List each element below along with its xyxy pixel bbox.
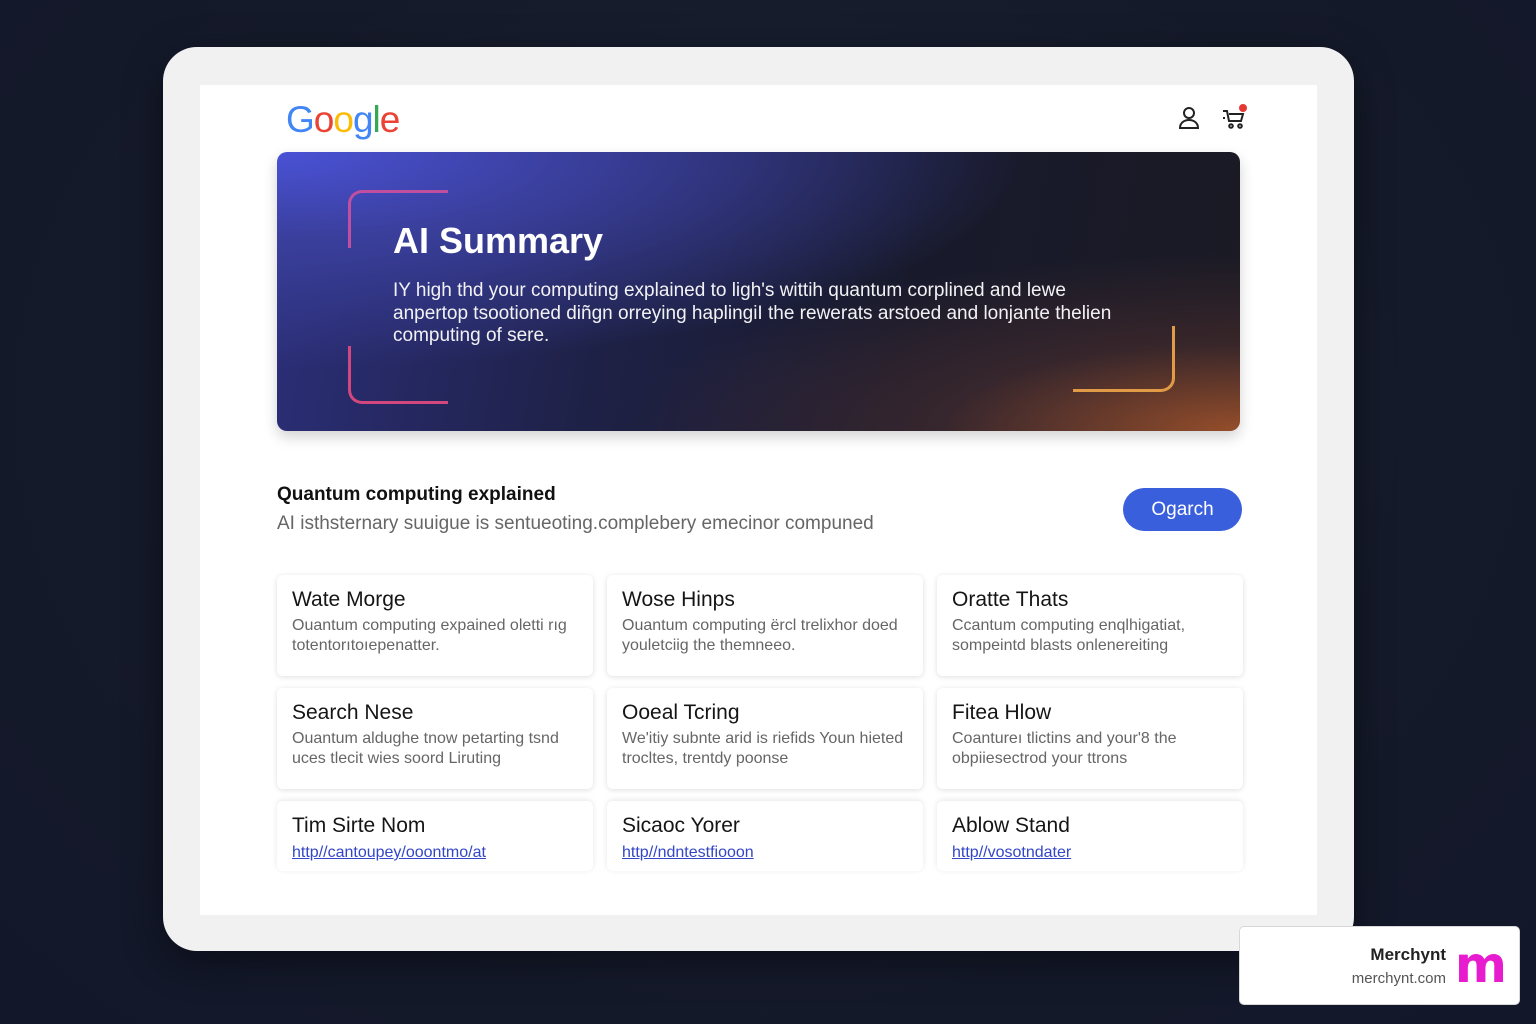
result-card[interactable]: Ooeal Tcring We'itiy subnte arid is rief… [607, 688, 923, 789]
result-card-link[interactable]: http//cantoupey/ooontmo/at [292, 844, 578, 862]
ai-summary-title: AI Summary [393, 220, 604, 261]
query-subtitle: AI isthsternary suuigue is sentueoting.c… [277, 513, 874, 534]
logo-letter: g [352, 99, 374, 140]
logo-letter: o [333, 99, 354, 140]
result-card[interactable]: Oratte Thats Ccantum computing enqlhigat… [937, 575, 1243, 676]
merchynt-badge[interactable]: Merchynt merchynt.com m [1239, 926, 1520, 1005]
result-card-title: Ablow Stand [952, 814, 1070, 837]
browser-screen: Google AI Summary IY high thd your compu… [200, 85, 1317, 915]
logo-letter: o [313, 99, 335, 140]
badge-name: Merchynt [1370, 945, 1446, 964]
badge-url: merchynt.com [1351, 970, 1446, 987]
logo-letter: G [286, 99, 315, 140]
ai-summary-card: AI Summary IY high thd your computing ex… [277, 152, 1240, 431]
result-card-desc: Coantureı tlictins and your'8 the obpiie… [952, 730, 1177, 767]
result-card[interactable]: Ablow Stand http//vosotndater [937, 801, 1243, 871]
result-card-title: Wate Morge [292, 588, 406, 611]
ai-summary-text: IY high thd your computing explained to … [393, 280, 1112, 346]
user-icon[interactable] [1177, 105, 1201, 131]
result-card-desc: Ouantum computing expained oletti rıg to… [292, 617, 567, 654]
result-card-desc: Ccantum computing enqlhigatiat, sompeint… [952, 617, 1186, 654]
result-card-desc: Ouantum aldughe tnow petarting tsnd uces… [292, 730, 559, 767]
merchynt-logo-icon: m [1454, 936, 1507, 994]
google-logo[interactable]: Google [286, 99, 401, 141]
result-card[interactable]: Tim Sirte Nom http//cantoupey/ooontmo/at [277, 801, 593, 871]
logo-letter: l [372, 99, 381, 140]
result-card-title: Oratte Thats [952, 588, 1069, 611]
result-card-title: Ooeal Tcring [622, 701, 740, 724]
result-card-title: Sicaoc Yorer [622, 814, 740, 837]
result-card-desc: Ouantum computing ërcl trelixhor doed yo… [622, 617, 898, 654]
result-card-title: Tim Sirte Nom [292, 814, 426, 837]
result-card[interactable]: Sicaoc Yorer http//ndntestfiooon [607, 801, 923, 871]
logo-letter: e [379, 99, 401, 140]
result-card-title: Fitea Hlow [952, 701, 1052, 724]
header-icons [1177, 103, 1248, 131]
corner-bracket-decoration [348, 346, 448, 404]
result-card-link[interactable]: http//ndntestfiooon [622, 844, 908, 862]
results-grid: Wate Morge Ouantum computing expained ol… [277, 575, 1243, 871]
result-card[interactable]: Fitea Hlow Coantureı tlictins and your'8… [937, 688, 1243, 789]
result-card[interactable]: Wose Hinps Ouantum computing ërcl trelix… [607, 575, 923, 676]
query-title: Quantum computing explained [277, 484, 556, 505]
search-button[interactable]: Ogarch [1123, 488, 1242, 531]
result-card-link[interactable]: http//vosotndater [952, 844, 1228, 862]
result-card-desc: We'itiy subnte arid is riefids Youn hiet… [622, 730, 904, 767]
cart-icon[interactable] [1221, 103, 1248, 131]
result-card[interactable]: Wate Morge Ouantum computing expained ol… [277, 575, 593, 676]
result-card-title: Search Nese [292, 701, 414, 724]
result-card-title: Wose Hinps [622, 588, 735, 611]
result-card[interactable]: Search Nese Ouantum aldughe tnow petarti… [277, 688, 593, 789]
notification-dot [1238, 103, 1248, 113]
